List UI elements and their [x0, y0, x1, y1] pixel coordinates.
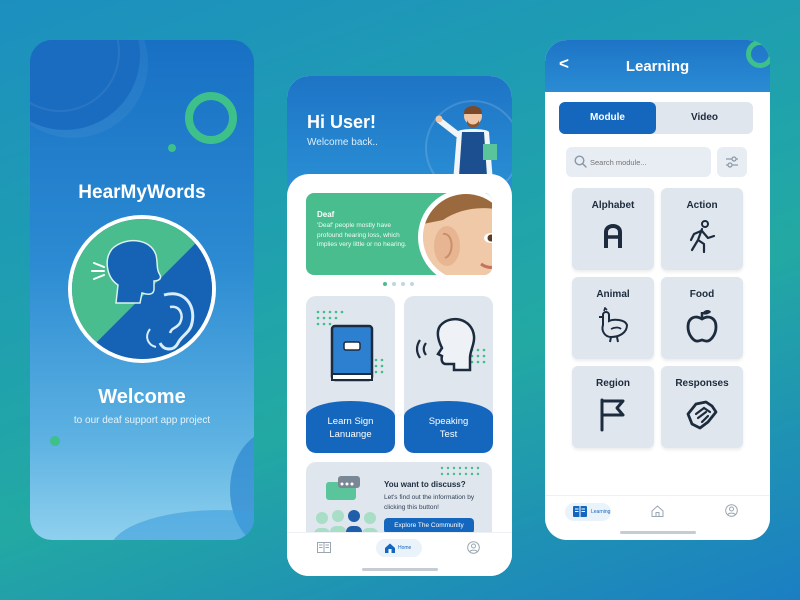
welcome-heading: Welcome: [98, 386, 186, 408]
module-card-action[interactable]: Action: [661, 188, 743, 270]
module-label: Responses: [675, 378, 729, 389]
home-indicator: [620, 531, 696, 534]
profile-nav-icon[interactable]: [725, 504, 738, 517]
chicken-icon: [599, 307, 629, 343]
speaking-head-icon: [415, 317, 486, 372]
child-ear-photo: [418, 193, 492, 275]
tab-video[interactable]: Video: [656, 102, 753, 134]
banner-title: Deaf: [317, 210, 335, 219]
profile-nav-icon[interactable]: [467, 541, 480, 554]
banner-description: 'Deaf' people mostly have profound heari…: [317, 222, 407, 248]
apple-icon: [686, 309, 718, 343]
info-banner[interactable]: Deaf 'Deaf' people mostly have profound …: [306, 193, 492, 275]
book-icon: [316, 310, 384, 382]
learning-screen: < Learning Module Video Alphabet Action: [545, 40, 770, 540]
tile-label-line2: Test: [439, 429, 458, 440]
community-description: Let's find out the information by clicki…: [384, 494, 475, 511]
nav-learning-active[interactable]: Learning: [565, 503, 611, 521]
module-label: Alphabet: [591, 200, 635, 211]
book-icon: [573, 506, 587, 517]
tile-label-line2: Lanuange: [329, 429, 372, 440]
speaking-ear-logo-icon: [72, 219, 212, 359]
child-face-icon: [423, 194, 492, 275]
module-label: Action: [686, 200, 718, 211]
welcome-back-text: Welcome back..: [307, 137, 378, 148]
carousel-dot[interactable]: [401, 282, 405, 286]
module-card-food[interactable]: Food: [661, 277, 743, 359]
flag-icon: [600, 398, 625, 432]
module-card-alphabet[interactable]: Alphabet: [572, 188, 654, 270]
search-bar: [566, 147, 711, 177]
speaking-test-card[interactable]: Speaking Test: [404, 296, 493, 453]
home-screen: Hi User! Welcome back.. Deaf 'Deaf' peop…: [287, 76, 512, 576]
decorative-dot: [168, 144, 176, 152]
tile-label-line1: Speaking: [428, 416, 469, 427]
module-video-toggle: Module Video: [559, 102, 753, 134]
speaking-test-label: Speaking Test: [404, 401, 493, 453]
tab-module[interactable]: Module: [559, 102, 656, 134]
decorative-ring: [185, 92, 237, 144]
community-question: You want to discuss?: [384, 480, 466, 489]
welcome-subtitle: to our deaf support app project: [73, 415, 211, 426]
home-icon: [385, 543, 395, 553]
learn-sign-language-label: Learn Sign Lanuange: [306, 401, 395, 453]
sliders-icon: [726, 156, 738, 168]
running-person-icon: [689, 220, 716, 254]
module-label: Food: [689, 289, 715, 300]
home-nav-icon[interactable]: [651, 505, 664, 517]
book-nav-icon[interactable]: [317, 542, 331, 553]
app-logo: [68, 215, 216, 363]
nav-home-active[interactable]: Home: [376, 539, 422, 557]
greeting: Hi User!: [307, 112, 377, 132]
teacher-illustration-icon: [435, 106, 497, 182]
home-indicator: [362, 568, 438, 571]
module-card-region[interactable]: Region: [572, 366, 654, 448]
carousel-dot[interactable]: [392, 282, 396, 286]
decorative-wave: [110, 510, 254, 540]
module-card-responses[interactable]: Responses: [661, 366, 743, 448]
app-title: HearMyWords: [78, 182, 206, 203]
handshake-icon: [686, 400, 718, 430]
decorative-dot: [50, 436, 60, 446]
filter-button[interactable]: [717, 147, 747, 177]
nav-home-label: Home: [398, 545, 412, 551]
tile-label-line1: Learn Sign: [327, 416, 374, 427]
welcome-screen: HearMyWords Welcome to our deaf support …: [30, 40, 254, 540]
carousel-dots[interactable]: [383, 282, 414, 286]
letter-a-icon: [604, 224, 622, 248]
carousel-dot-active[interactable]: [383, 282, 387, 286]
learn-sign-language-card[interactable]: Learn Sign Lanuange: [306, 296, 395, 453]
module-label: Region: [596, 378, 630, 389]
nav-learning-label: Learning: [591, 509, 611, 515]
search-icon: [574, 155, 587, 168]
module-card-animal[interactable]: Animal: [572, 277, 654, 359]
search-input[interactable]: [590, 153, 705, 171]
module-label: Animal: [596, 289, 630, 300]
page-title: Learning: [625, 58, 690, 75]
decorative-dots: [440, 466, 480, 476]
carousel-dot[interactable]: [410, 282, 414, 286]
